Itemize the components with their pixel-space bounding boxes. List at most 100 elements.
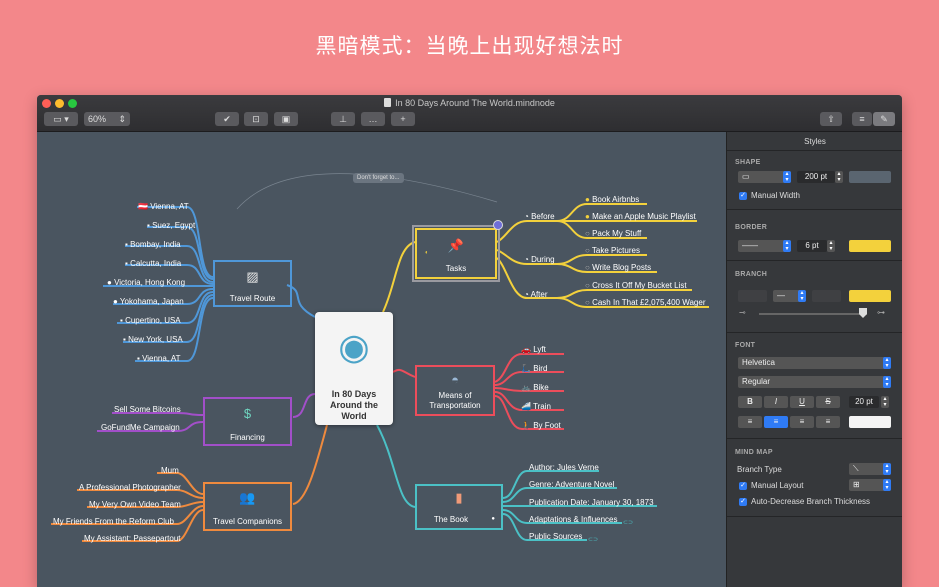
layout-stepper[interactable]: ▴ ▾	[883, 479, 891, 491]
section-mind-map: MIND MAP	[735, 449, 773, 456]
zoom-select[interactable]: 60% ⇕	[84, 112, 130, 126]
list-item[interactable]: 🚶 By Foot	[521, 421, 561, 431]
width-stepper[interactable]: ▴ ▾	[835, 171, 843, 183]
underline-button[interactable]: U	[790, 396, 814, 408]
list-item[interactable]: My Friends From the Reform Club	[53, 517, 174, 527]
list-item[interactable]: 🚄 Train	[521, 402, 551, 412]
style-inspector-button[interactable]: ✎	[873, 112, 895, 126]
list-item[interactable]: Genre: Adventure Novel	[529, 480, 614, 490]
list-item[interactable]: My Assistant: Passepartout	[84, 534, 181, 544]
font-style-stepper[interactable]: ▴ ▾	[883, 376, 891, 388]
text-color-well[interactable]	[849, 416, 891, 428]
slider-thumb[interactable]	[859, 308, 867, 318]
border-width-stepper[interactable]: ▴ ▾	[827, 240, 835, 252]
branch-type-stepper[interactable]: ▴ ▾	[883, 463, 891, 475]
task-item[interactable]: ● Book Airbnbs	[585, 195, 639, 205]
list-item[interactable]: GoFundMe Campaign	[101, 423, 180, 433]
note-bubble[interactable]: Don't forget to...	[353, 173, 404, 183]
checked-icon: ●	[585, 195, 590, 204]
item-label: Suez, Egypt	[152, 221, 196, 230]
task-group[interactable]: ◔ Before	[524, 212, 555, 222]
collapsed-children-icon[interactable]: ⊂⊃	[623, 518, 633, 528]
align-center-button[interactable]: ≡	[764, 416, 788, 428]
node-financing[interactable]: $ Financing	[203, 397, 292, 446]
collapsed-children-icon[interactable]: ⊂⊃	[588, 535, 598, 545]
branch-width-select[interactable]	[812, 290, 841, 302]
task-group[interactable]: ◔ After	[524, 290, 548, 300]
font-style-select[interactable]: Regular	[738, 376, 891, 388]
list-item[interactable]: ▪ Cupertino, USA	[120, 316, 181, 326]
fill-color-well[interactable]	[849, 171, 891, 183]
share-button[interactable]: ⇧	[820, 112, 842, 126]
manual-width-checkbox[interactable]: ✓	[739, 192, 747, 200]
list-item[interactable]: 🚗 Lyft	[521, 345, 546, 355]
list-item[interactable]: 🚲 Bike	[521, 383, 549, 393]
branch-shape-select[interactable]	[738, 290, 767, 302]
focus-button[interactable]: ⊡	[244, 112, 268, 126]
width-field[interactable]: 200 pt	[797, 171, 835, 183]
task-item[interactable]: ○ Write Blog Posts	[585, 263, 651, 273]
align-center-icon: ≡	[773, 417, 779, 426]
view-mode-button[interactable]: ▭ ▾	[44, 112, 78, 126]
shape-stepper[interactable]: ▴ ▾	[783, 171, 791, 183]
list-item[interactable]: A Professional Photographer	[79, 483, 181, 493]
node-transport[interactable]: ◓ Means of Transportation	[415, 365, 495, 416]
task-button[interactable]: ✔	[215, 112, 239, 126]
task-item[interactable]: ○ Cross It Off My Bucket List	[585, 281, 687, 291]
border-stepper[interactable]: ▴ ▾	[783, 240, 791, 252]
font-size-field[interactable]: 20 pt	[849, 396, 879, 408]
list-item[interactable]: Author: Jules Verne	[529, 463, 599, 473]
list-item[interactable]: Sell Some Bitcoins	[114, 405, 181, 415]
bold-button[interactable]: B	[738, 396, 762, 408]
node-travel-companions[interactable]: 👥 Travel Companions	[203, 482, 292, 531]
font-family-stepper[interactable]: ▴ ▾	[883, 357, 891, 369]
insert-button[interactable]: +	[391, 112, 415, 126]
italic-button[interactable]: I	[764, 396, 788, 408]
align-left-button[interactable]: ≡	[738, 416, 762, 428]
selection-handle[interactable]	[493, 220, 503, 230]
strikethrough-button[interactable]: S	[816, 396, 840, 408]
list-item[interactable]: My Very Own Video Team	[89, 500, 181, 510]
list-item[interactable]: ▪ Bombay, India	[125, 240, 181, 250]
list-item[interactable]: ● Victoria, Hong Kong	[107, 278, 185, 288]
branch-thickness-slider[interactable]	[759, 313, 867, 315]
list-item[interactable]: Public Sources	[529, 532, 582, 542]
font-family-select[interactable]: Helvetica	[738, 357, 891, 369]
font-size-stepper[interactable]: ▴ ▾	[881, 396, 889, 408]
task-item[interactable]: ○ Cash In That £2,075,400 Wager	[585, 298, 705, 308]
border-color-well[interactable]	[849, 240, 891, 252]
list-item[interactable]: Mum	[161, 466, 179, 476]
mind-map-canvas[interactable]: Don't forget to... ◉ In 80 Days Around t…	[37, 132, 725, 587]
banknote-icon: $	[243, 406, 252, 421]
list-item[interactable]: 🛴 Bird	[521, 364, 547, 374]
list-item[interactable]: ▪ Calcutta, India	[125, 259, 181, 269]
outline-inspector-button[interactable]: ≡	[852, 112, 872, 126]
auto-decrease-checkbox[interactable]: ✓	[739, 498, 747, 506]
image-button[interactable]: ▣	[274, 112, 298, 126]
manual-layout-checkbox[interactable]: ✓	[739, 482, 747, 490]
node-book[interactable]: ▮ The Book ●	[415, 484, 503, 530]
transport-icon: ◓	[451, 372, 459, 387]
branch-color-well[interactable]	[849, 290, 891, 302]
task-item[interactable]: ○ Pack My Stuff	[585, 229, 641, 239]
border-width-field[interactable]: 6 pt	[797, 240, 827, 252]
node-tasks[interactable]: 📌 Tasks ◐	[412, 225, 500, 282]
add-node-button[interactable]: ⊥	[331, 112, 355, 126]
branch-line-stepper[interactable]: ▴ ▾	[798, 290, 806, 302]
align-justify-button[interactable]: ≡	[816, 416, 840, 428]
node-travel-route[interactable]: ▨ Travel Route	[213, 260, 292, 307]
center-node[interactable]: ◉ In 80 Days Around the World	[315, 312, 393, 425]
item-label: New York, USA	[128, 335, 183, 344]
align-right-button[interactable]: ≡	[790, 416, 814, 428]
note-button[interactable]: …	[361, 112, 385, 126]
task-group[interactable]: ◔ During	[524, 255, 555, 265]
list-item[interactable]: Adaptations & Influences	[529, 515, 618, 525]
list-item[interactable]: Publication Date: January 30, 1873	[529, 498, 654, 508]
list-item[interactable]: ▪ Vienna, AT	[137, 354, 180, 364]
list-item[interactable]: 🇦🇹 Vienna, AT	[138, 202, 189, 212]
list-item[interactable]: ▪ Suez, Egypt	[147, 221, 195, 231]
task-item[interactable]: ● Make an Apple Music Playlist	[585, 212, 696, 222]
list-item[interactable]: ▪ New York, USA	[123, 335, 183, 345]
list-item[interactable]: ● Yokohama, Japan	[113, 297, 184, 307]
task-item[interactable]: ○ Take Pictures	[585, 246, 640, 256]
